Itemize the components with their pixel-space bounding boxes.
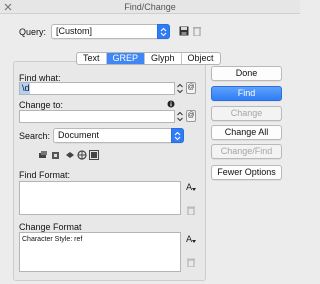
change-to-field[interactable] [19,110,175,123]
find-what-value: \d [20,83,30,94]
find-format-value [20,182,22,192]
find-what-field[interactable]: \d [19,82,175,95]
query-label: Query: [19,27,47,37]
change-metachar-icon[interactable]: @ [186,110,196,122]
change-button[interactable]: Change [211,106,282,121]
svg-text:A: A [186,235,193,244]
find-metachar-icon[interactable]: @ [186,82,196,94]
window-title: Find/Change [124,2,176,12]
change-format-box[interactable]: Character Style: ref [19,232,181,272]
tab-grep[interactable]: GREP [106,53,146,64]
change-to-value [20,111,22,121]
svg-text:A: A [186,183,193,192]
title-bar: Find/Change [0,0,300,14]
change-find-button[interactable]: Change/Find [211,144,282,159]
info-icon [167,100,175,108]
specify-change-format-icon[interactable]: A [186,233,197,244]
clear-find-format-icon[interactable] [187,206,197,216]
specify-find-format-icon[interactable]: A [186,181,197,192]
fewer-options-button[interactable]: Fewer Options [211,165,282,180]
change-format-value: Character Style: ref [22,236,83,243]
search-scope-value: Document [58,130,100,140]
include-footnotes-icon[interactable] [89,150,99,160]
save-icon[interactable] [179,26,189,36]
trash-icon[interactable] [192,26,202,36]
change-to-label: Change to: [19,100,64,110]
search-type-tabs: Text GREP Glyph Object [76,52,221,65]
done-button[interactable]: Done [211,66,282,81]
include-master-pages-icon[interactable] [77,150,87,160]
include-locked-stories-icon[interactable] [51,150,61,160]
find-format-box[interactable] [19,181,181,215]
query-select-value: [Custom] [56,26,93,36]
include-hidden-layers-icon[interactable] [65,150,75,160]
special-chars-stepper[interactable] [176,82,184,95]
search-scope-select[interactable]: Document [53,128,184,143]
tab-glyph[interactable]: Glyph [145,53,182,64]
chevron-updown-icon [171,128,184,143]
close-window-icon[interactable] [4,3,12,11]
tab-object[interactable]: Object [182,53,220,64]
find-button[interactable]: Find [211,86,282,101]
search-label: Search: [19,131,51,141]
clear-change-format-icon[interactable] [187,258,197,268]
include-locked-layers-icon[interactable] [38,150,48,160]
tab-text[interactable]: Text [77,53,107,64]
chevron-updown-icon [157,24,170,39]
query-select[interactable]: [Custom] [51,24,170,39]
change-all-button[interactable]: Change All [211,125,282,140]
change-chars-stepper[interactable] [176,110,184,123]
find-format-label: Find Format: [19,170,71,180]
change-format-label: Change Format [19,222,82,232]
